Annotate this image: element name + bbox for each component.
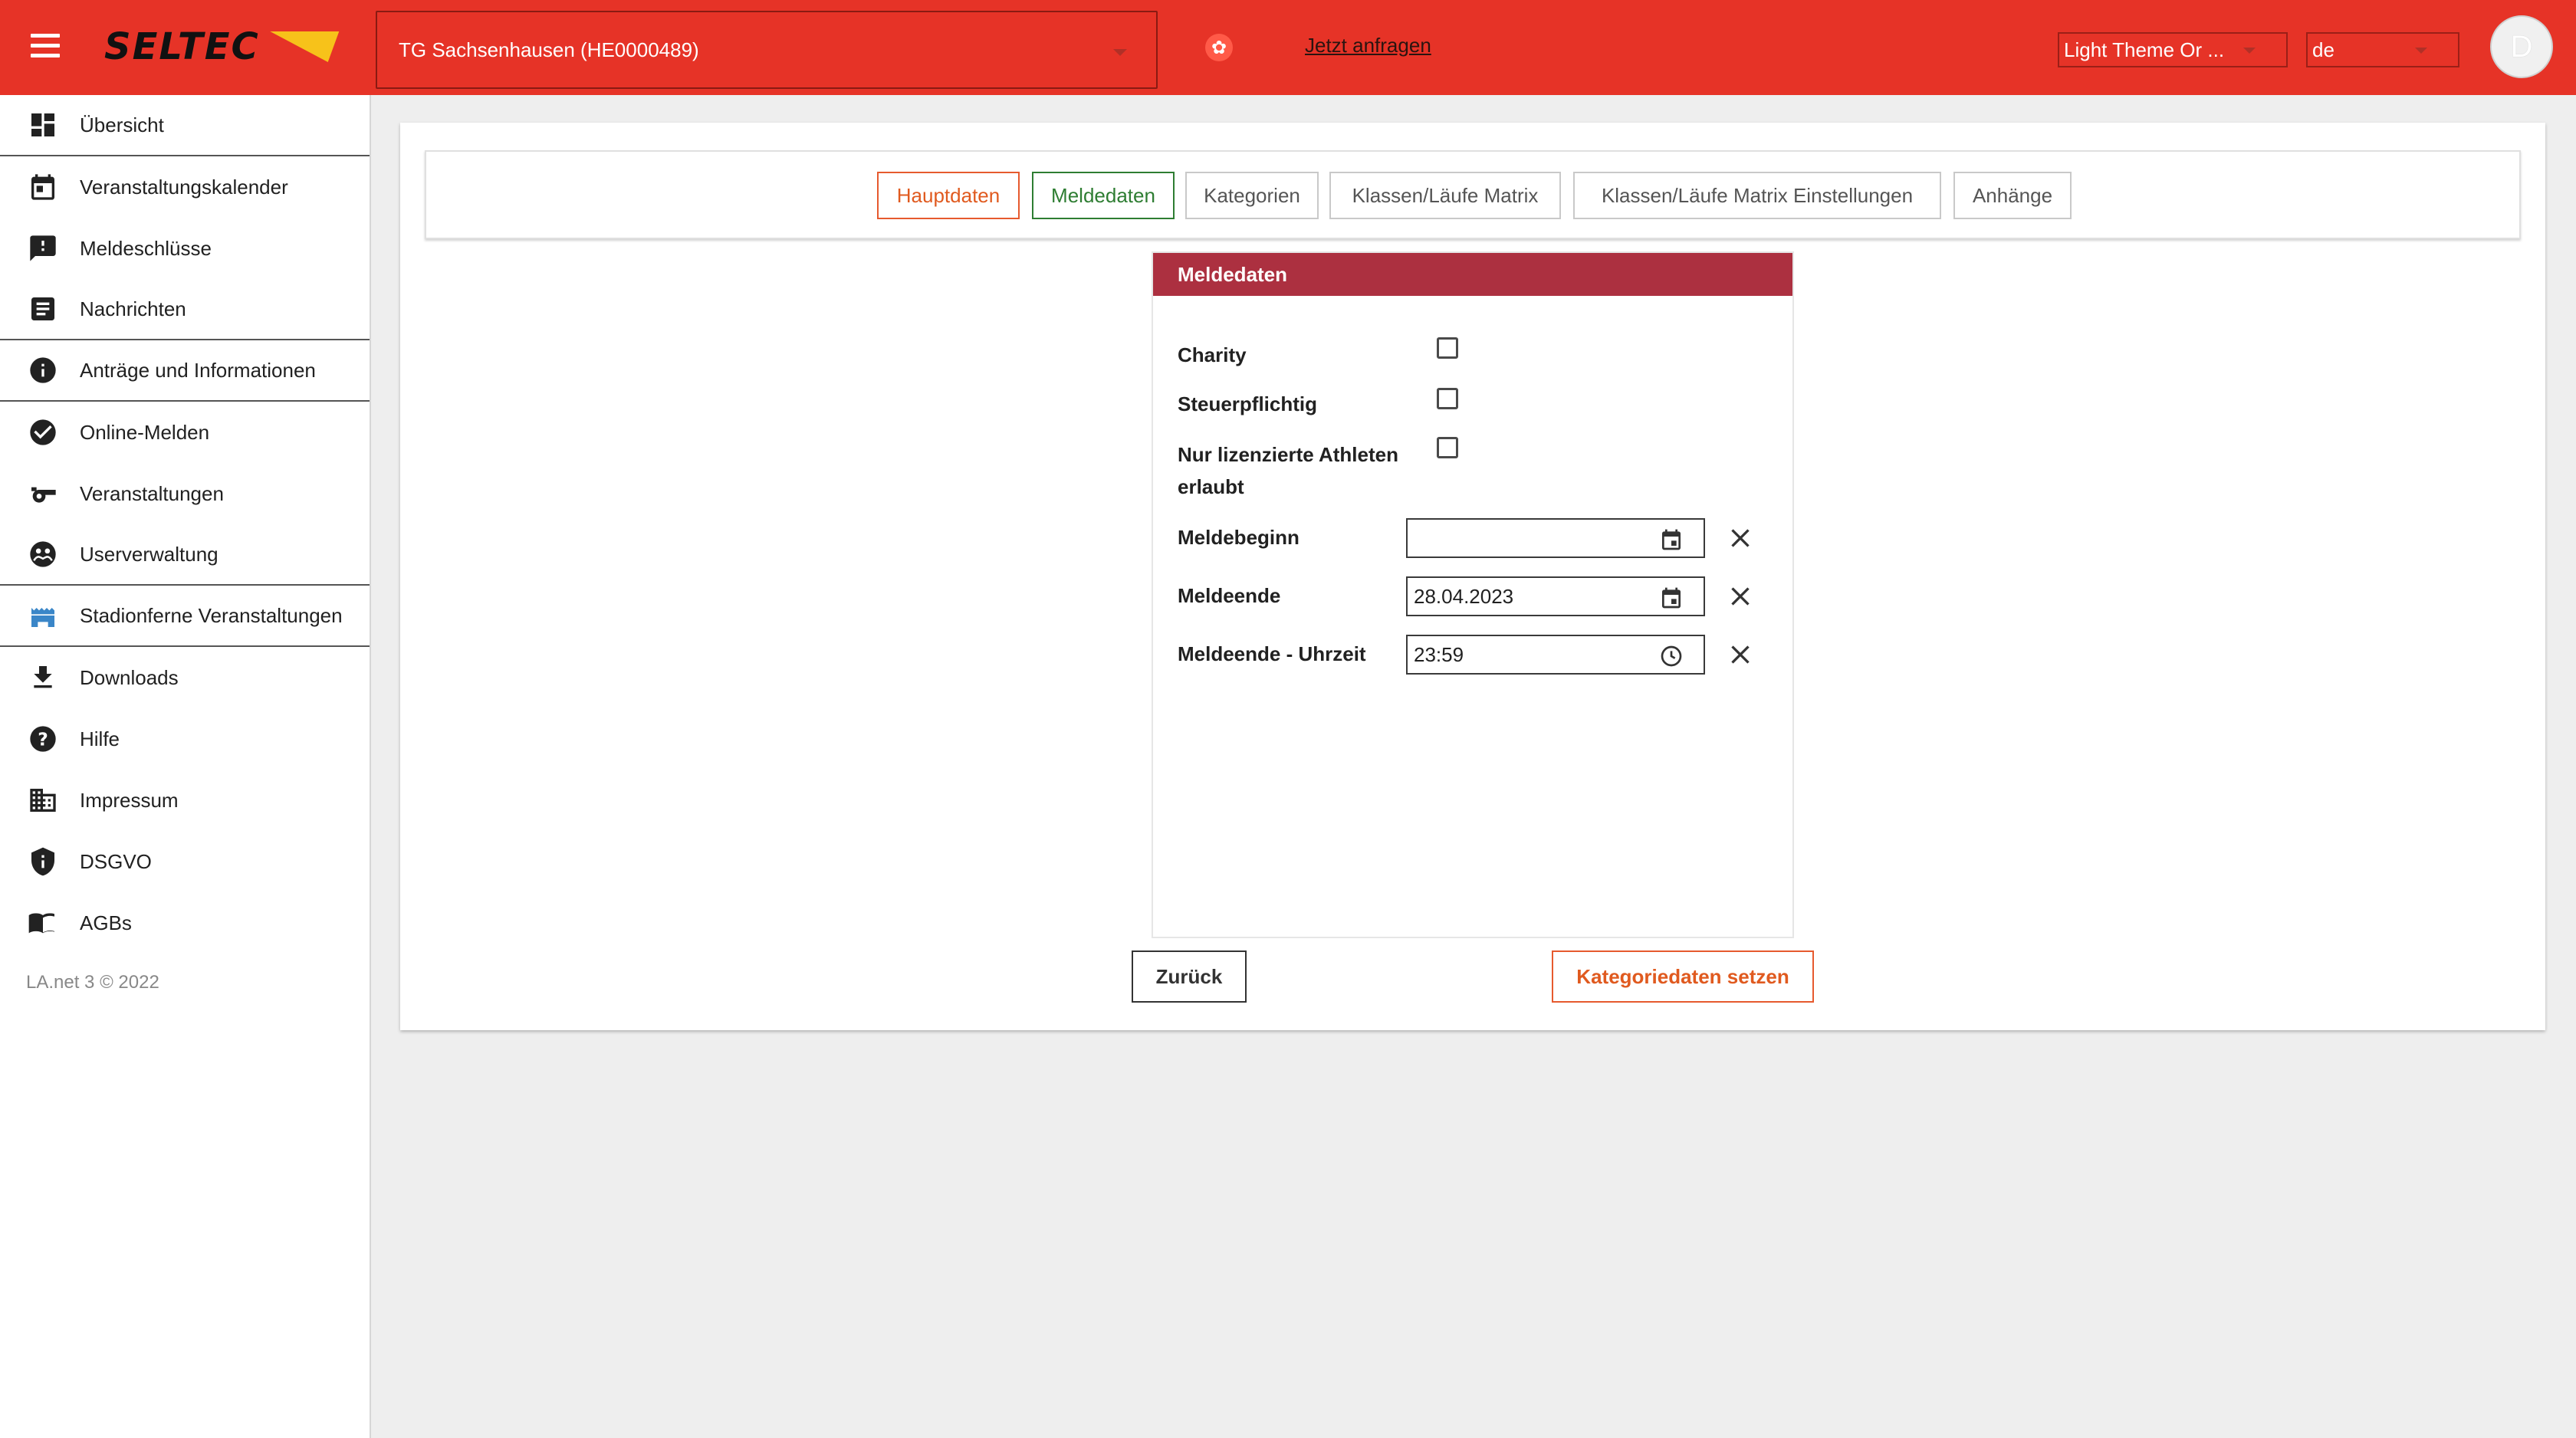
- chevron-down-icon: [1113, 49, 1127, 56]
- sidebar-item-online-melden[interactable]: Online-Melden: [0, 402, 370, 463]
- tabs-bar: Hauptdaten Meldedaten Kategorien Klassen…: [425, 150, 2521, 239]
- logo-text: SELTEC: [104, 25, 260, 68]
- info-icon: [26, 353, 60, 387]
- set-category-data-button[interactable]: Kategoriedaten setzen: [1552, 950, 1814, 1003]
- clear-end-time-icon[interactable]: [1727, 641, 1754, 668]
- book-icon: [26, 906, 60, 940]
- sidebar-item-label: AGBs: [80, 911, 132, 934]
- calendar-icon[interactable]: [1659, 527, 1684, 552]
- sidebar-item-label: Übersicht: [80, 113, 164, 136]
- chevron-down-icon: [2415, 48, 2427, 54]
- tab-kategorien[interactable]: Kategorien: [1185, 172, 1319, 219]
- dashboard-icon: [26, 108, 60, 142]
- whistle-icon: [26, 477, 60, 511]
- sidebar-item-label: Hilfe: [80, 727, 120, 750]
- tab-hauptdaten[interactable]: Hauptdaten: [877, 172, 1020, 219]
- sidebar-item-downloads[interactable]: Downloads: [0, 647, 370, 708]
- sidebar-item-label: DSGVO: [80, 849, 152, 873]
- tax-checkbox[interactable]: [1437, 388, 1458, 409]
- building-icon: [26, 783, 60, 817]
- licensed-checkbox[interactable]: [1437, 437, 1458, 458]
- meldedaten-panel: Meldedaten Charity Steuerpflichtig Nur l…: [1152, 251, 1794, 938]
- sidebar-item-label: Veranstaltungskalender: [80, 175, 288, 199]
- sidebar-item-userverwaltung[interactable]: Userverwaltung: [0, 524, 370, 586]
- theme-select[interactable]: Light Theme Or ...: [2058, 32, 2288, 67]
- sidebar-item-dsgvo[interactable]: DSGVO: [0, 831, 370, 892]
- help-icon: ?: [26, 722, 60, 756]
- clear-end-icon[interactable]: [1727, 583, 1754, 610]
- calendar-icon[interactable]: [1659, 586, 1684, 610]
- sidebar-item-veranstaltungen[interactable]: Veranstaltungen: [0, 463, 370, 524]
- sidebar-item-uebersicht[interactable]: Übersicht: [0, 95, 370, 156]
- sidebar-item-label: Online-Melden: [80, 420, 210, 444]
- sidebar-item-label: Downloads: [80, 665, 179, 689]
- shield-icon: [26, 845, 60, 878]
- charity-label: Charity: [1178, 343, 1247, 366]
- calendar-icon: [26, 170, 60, 204]
- sidebar-item-label: Nachrichten: [80, 297, 186, 320]
- avatar-initial: D: [2510, 29, 2533, 64]
- theme-select-value: Light Theme Or ...: [2064, 38, 2225, 61]
- licensed-label-line2: erlaubt: [1178, 475, 1244, 498]
- club-select-value: TG Sachsenhausen (HE0000489): [399, 38, 699, 61]
- sidebar-item-label: Meldeschlüsse: [80, 236, 212, 260]
- end-time-label: Meldeende - Uhrzeit: [1178, 642, 1366, 665]
- flower-icon[interactable]: ✿: [1205, 34, 1233, 61]
- sidebar-item-label: Impressum: [80, 788, 179, 812]
- charity-checkbox[interactable]: [1437, 337, 1458, 359]
- sidebar-item-stadionferne[interactable]: Stadionferne Veranstaltungen: [0, 586, 370, 647]
- avatar[interactable]: D: [2490, 15, 2553, 78]
- end-time-input[interactable]: 23:59: [1406, 635, 1705, 675]
- menu-icon[interactable]: [31, 34, 60, 57]
- download-icon: [26, 661, 60, 694]
- sidebar-item-hilfe[interactable]: ? Hilfe: [0, 708, 370, 770]
- svg-text:?: ?: [38, 728, 48, 750]
- alert-comment-icon: [26, 231, 60, 265]
- request-link[interactable]: Jetzt anfragen: [1305, 34, 1431, 57]
- sidebar-item-label: Anträge und Informationen: [80, 358, 316, 382]
- language-select[interactable]: de: [2306, 32, 2459, 67]
- check-circle-icon: [26, 415, 60, 449]
- article-icon: [26, 292, 60, 326]
- language-select-value: de: [2312, 38, 2334, 61]
- sidebar-item-label: Userverwaltung: [80, 542, 219, 566]
- end-date-value: 28.04.2023: [1414, 584, 1514, 608]
- sidebar-item-meldeschluesse[interactable]: Meldeschlüsse: [0, 218, 370, 279]
- sidebar-item-antraege[interactable]: Anträge und Informationen: [0, 340, 370, 402]
- start-date-input[interactable]: [1406, 518, 1705, 558]
- sidebar-item-agbs[interactable]: AGBs: [0, 892, 370, 954]
- clock-icon[interactable]: [1659, 644, 1684, 668]
- sidebar-item-label: Stadionferne Veranstaltungen: [80, 603, 343, 627]
- tab-meldedaten[interactable]: Meldedaten: [1032, 172, 1175, 219]
- licensed-label-line1: Nur lizenzierte Athleten: [1178, 443, 1398, 466]
- chevron-down-icon: [2243, 48, 2256, 54]
- tax-label: Steuerpflichtig: [1178, 392, 1318, 415]
- top-app-bar: SELTEC TG Sachsenhausen (HE0000489) ✿ Je…: [0, 0, 2576, 95]
- clear-start-icon[interactable]: [1727, 524, 1754, 552]
- sidebar-item-impressum[interactable]: Impressum: [0, 770, 370, 831]
- logo-swoosh: [258, 31, 340, 62]
- end-label: Meldeende: [1178, 584, 1281, 607]
- sidebar-item-veranstaltungskalender[interactable]: Veranstaltungskalender: [0, 156, 370, 218]
- back-button[interactable]: Zurück: [1132, 950, 1247, 1003]
- stadium-icon: [26, 599, 60, 632]
- licensed-label: Nur lizenzierte Athleten erlaubt: [1178, 438, 1398, 503]
- sidebar-footer: LA.net 3 © 2022: [26, 972, 159, 993]
- end-time-value: 23:59: [1414, 642, 1464, 666]
- tab-anhaenge[interactable]: Anhänge: [1953, 172, 2072, 219]
- sidebar: Übersicht Veranstaltungskalender Meldesc…: [0, 95, 371, 1438]
- users-icon: [26, 537, 60, 571]
- start-label: Meldebeginn: [1178, 526, 1300, 549]
- tab-klassen-matrix[interactable]: Klassen/Läufe Matrix: [1329, 172, 1561, 219]
- seltec-logo[interactable]: SELTEC: [104, 25, 340, 68]
- panel-title: Meldedaten: [1153, 253, 1792, 296]
- end-date-input[interactable]: 28.04.2023: [1406, 576, 1705, 616]
- sidebar-item-nachrichten[interactable]: Nachrichten: [0, 279, 370, 340]
- tab-klassen-matrix-einstellungen[interactable]: Klassen/Läufe Matrix Einstellungen: [1573, 172, 1941, 219]
- club-select[interactable]: TG Sachsenhausen (HE0000489): [376, 11, 1158, 89]
- sidebar-item-label: Veranstaltungen: [80, 481, 224, 505]
